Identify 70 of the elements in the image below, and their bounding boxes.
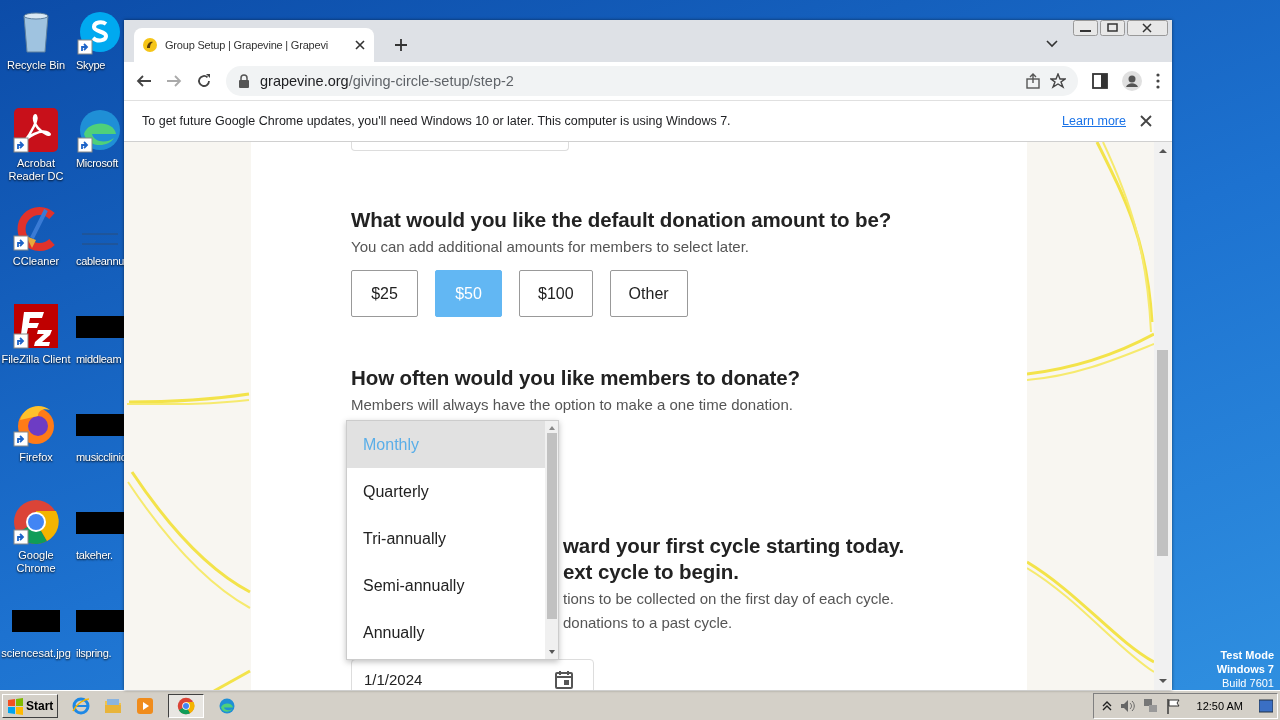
reload-icon[interactable] [196, 73, 212, 89]
question-hint: tions to be collected on the first day of each cycle. [563, 589, 896, 609]
calendar-icon[interactable] [555, 669, 573, 689]
chevron-down-icon[interactable] [1046, 40, 1058, 48]
amount-option[interactable]: $100 [519, 270, 593, 317]
chrome-icon[interactable] [12, 498, 60, 546]
close-icon[interactable] [1127, 20, 1168, 36]
desktop-icon-label[interactable]: ilspring. [76, 647, 112, 660]
scroll-up-icon[interactable] [1157, 148, 1168, 154]
scroll-down-icon[interactable] [547, 649, 556, 655]
share-icon[interactable] [1026, 73, 1040, 89]
scrollbar-thumb[interactable] [546, 433, 557, 619]
star-icon[interactable] [1050, 73, 1066, 89]
desktop-icon-label[interactable]: sciencesat.jpg [1, 647, 71, 660]
chevron-up-icon[interactable] [1101, 700, 1112, 711]
learn-more-link[interactable]: Learn more [1062, 114, 1126, 128]
scrollbar-thumb[interactable] [1157, 350, 1168, 556]
clock-text[interactable]: 12:50 AM [1196, 699, 1243, 712]
desktop-icon-label[interactable]: Firefox [19, 451, 53, 464]
back-icon[interactable] [136, 73, 152, 89]
desktop-icon-label[interactable]: Acrobat Reader DC [1, 157, 71, 183]
url-text: grapevine.org/giving-circle-setup/step-2 [260, 73, 514, 89]
flag-icon[interactable] [1165, 697, 1181, 714]
windows-logo-icon [7, 696, 24, 715]
desktop-icon-label[interactable]: FileZilla Client [1, 353, 71, 366]
amount-option[interactable]: Other [609, 270, 688, 317]
chrome-icon[interactable] [177, 696, 196, 715]
tab-title: Group Setup | Grapevine | Grapevi [165, 39, 329, 51]
desktop-icon-label[interactable]: Google Chrome [1, 549, 71, 575]
minimize-icon[interactable] [1073, 20, 1098, 36]
scroll-down-icon[interactable] [1157, 678, 1168, 684]
lock-icon [238, 74, 250, 88]
network-icon[interactable] [1142, 698, 1158, 713]
question-heading: ward your first cycle starting today. ext cycle to begin. [563, 533, 906, 585]
desktop-icon-label[interactable]: takeher. [76, 549, 113, 562]
close-icon[interactable] [1140, 115, 1152, 127]
amount-option[interactable]: $25 [351, 270, 418, 317]
desktop-icon-label[interactable]: CCleaner [12, 255, 60, 268]
close-icon[interactable] [354, 39, 366, 51]
browser-tab[interactable]: Group Setup | Grapevine | Grapevi [134, 28, 374, 62]
page-scrollbar[interactable] [1154, 142, 1171, 690]
input-field[interactable] [351, 142, 569, 151]
question-heading: How often would you like members to donate? [351, 366, 801, 390]
os-notice-text: Windows 7 [1216, 662, 1274, 676]
scroll-up-icon[interactable] [547, 425, 556, 431]
side-panel-icon[interactable] [1092, 73, 1108, 89]
desktop-icon-label[interactable]: Skype [76, 59, 106, 72]
more-menu-icon[interactable] [1156, 73, 1160, 89]
os-notice-text: Test Mode [1220, 648, 1274, 662]
grape-logo-icon [142, 37, 158, 53]
question-hint: Members will always have the option to make a one time donation. [351, 396, 794, 413]
desktop-icon-label[interactable]: Recycle Bin [6, 59, 66, 72]
desktop-icon-label[interactable]: cableannu [76, 255, 124, 268]
filezilla-icon[interactable] [12, 302, 60, 350]
profile-icon[interactable] [1122, 71, 1142, 91]
acrobat-icon[interactable] [12, 106, 60, 154]
question-heading: What would you like the default donation amount to be? [351, 208, 893, 232]
restore-icon[interactable] [1100, 20, 1125, 36]
desktop-icon-label[interactable]: middleam [76, 353, 122, 366]
scrollbar[interactable] [545, 421, 558, 659]
start-button[interactable]: Start [2, 693, 59, 718]
update-notice-text: To get future Google Chrome updates, you'll need Windows 10 or later. This computer is using Windows 7. [142, 114, 732, 128]
desktop-icon-label[interactable]: Microsoft [76, 157, 118, 170]
new-tab-icon[interactable] [394, 38, 408, 52]
address-bar[interactable]: grapevine.org/giving-circle-setup/step-2 [226, 66, 1078, 96]
question-hint: donations to a past cycle. [563, 613, 734, 633]
date-value: 1/1/2024 [364, 670, 423, 688]
os-notice-text: Build 7601 [1222, 676, 1274, 690]
question-hint: You can add additional amounts for members to select later. [351, 238, 750, 255]
show-desktop-icon[interactable] [1259, 698, 1273, 713]
